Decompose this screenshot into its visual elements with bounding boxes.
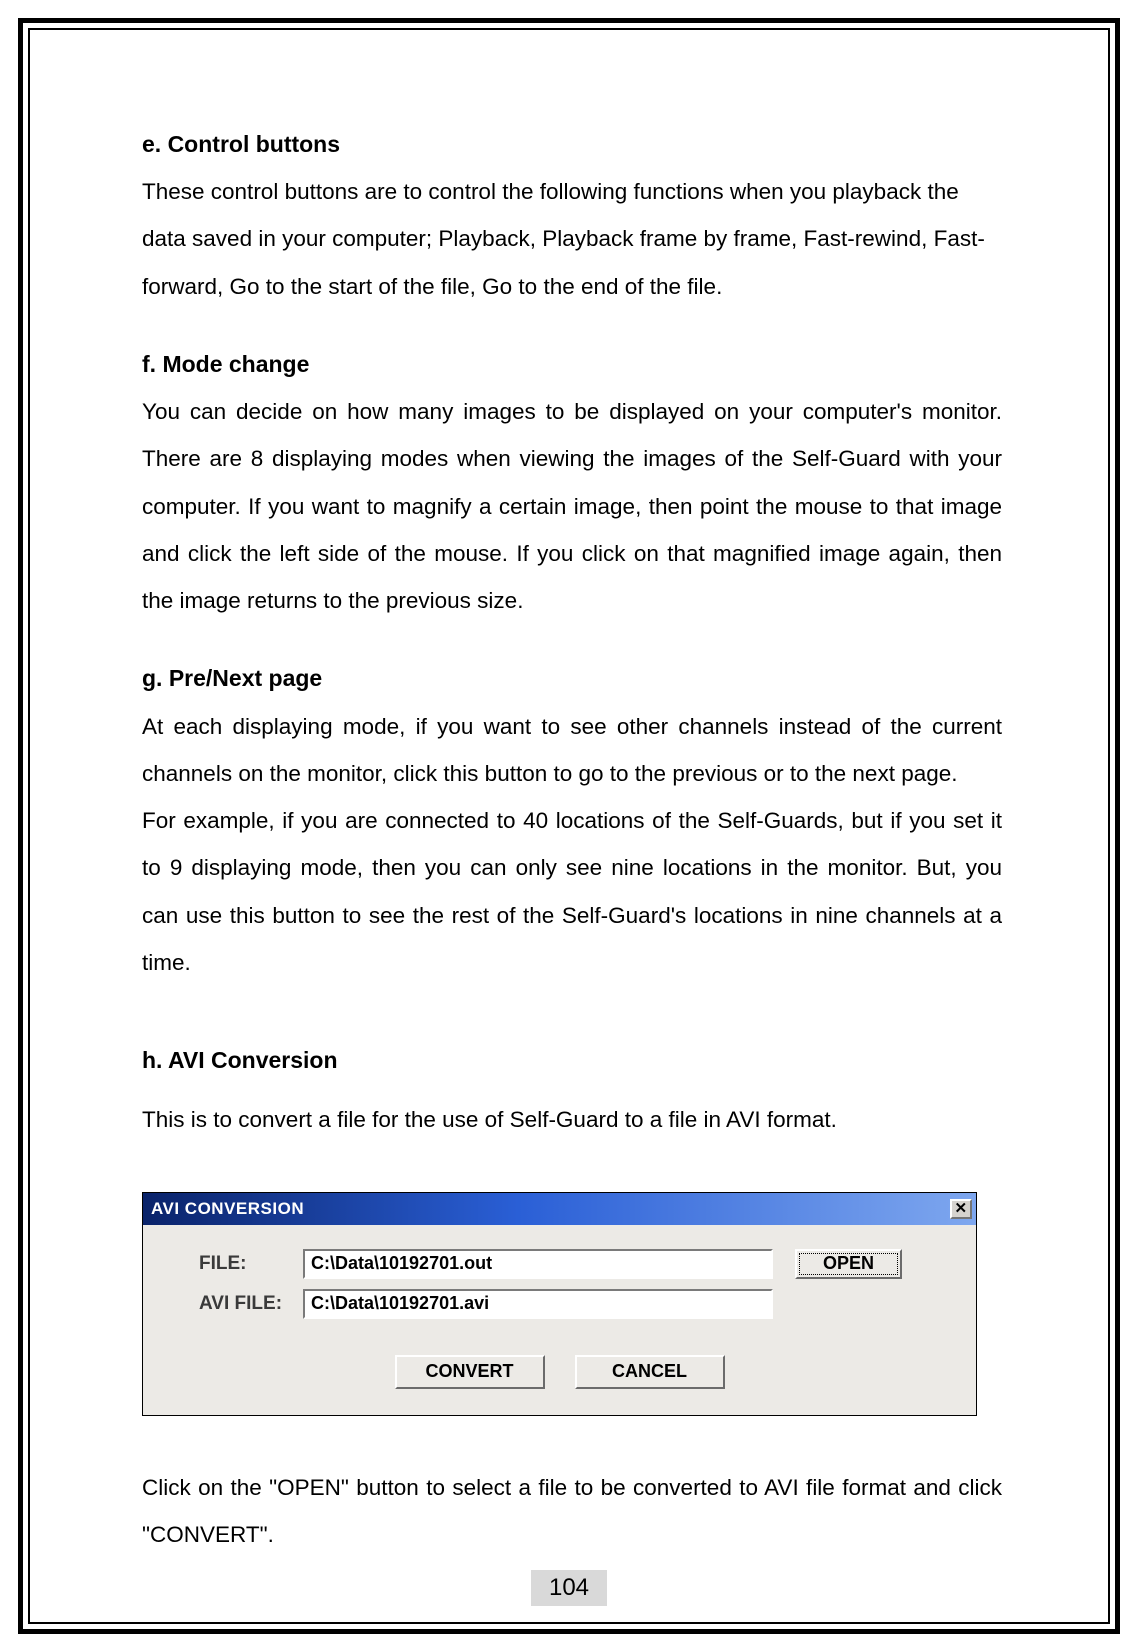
- open-button[interactable]: OPEN: [795, 1249, 902, 1279]
- file-label: FILE:: [163, 1253, 303, 1275]
- avi-file-row: AVI FILE: C:\Data\10192701.avi: [163, 1289, 956, 1319]
- file-input[interactable]: C:\Data\10192701.out: [303, 1249, 773, 1279]
- avi-conversion-dialog: AVI CONVERSION ✕ FILE: C:\Data\10192701.…: [142, 1192, 977, 1416]
- heading-g: g. Pre/Next page: [142, 662, 1002, 694]
- body-g-1: At each displaying mode, if you want to …: [142, 703, 1002, 798]
- dialog-body: FILE: C:\Data\10192701.out OPEN AVI FILE…: [143, 1225, 976, 1415]
- dialog-button-row: CONVERT CANCEL: [163, 1355, 956, 1389]
- avi-file-input[interactable]: C:\Data\10192701.avi: [303, 1289, 773, 1319]
- dialog-titlebar: AVI CONVERSION ✕: [143, 1193, 976, 1225]
- avi-file-label: AVI FILE:: [163, 1293, 303, 1315]
- cancel-button[interactable]: CANCEL: [575, 1355, 725, 1389]
- page-number: 104: [531, 1570, 607, 1606]
- convert-button[interactable]: CONVERT: [395, 1355, 545, 1389]
- page-number-wrap: 104: [0, 1570, 1138, 1606]
- body-f: You can decide on how many images to be …: [142, 388, 1002, 624]
- page-content: e. Control buttons These control buttons…: [142, 128, 1002, 1558]
- closing-text: Click on the "OPEN" button to select a f…: [142, 1464, 1002, 1559]
- body-e: These control buttons are to control the…: [142, 168, 1002, 310]
- close-icon[interactable]: ✕: [950, 1199, 972, 1219]
- file-row: FILE: C:\Data\10192701.out OPEN: [163, 1249, 956, 1279]
- heading-f: f. Mode change: [142, 348, 1002, 380]
- body-g-2: For example, if you are connected to 40 …: [142, 797, 1002, 986]
- dialog-title: AVI CONVERSION: [151, 1199, 304, 1219]
- heading-h: h. AVI Conversion: [142, 1044, 1002, 1076]
- body-h: This is to convert a file for the use of…: [142, 1096, 1002, 1143]
- heading-e: e. Control buttons: [142, 128, 1002, 160]
